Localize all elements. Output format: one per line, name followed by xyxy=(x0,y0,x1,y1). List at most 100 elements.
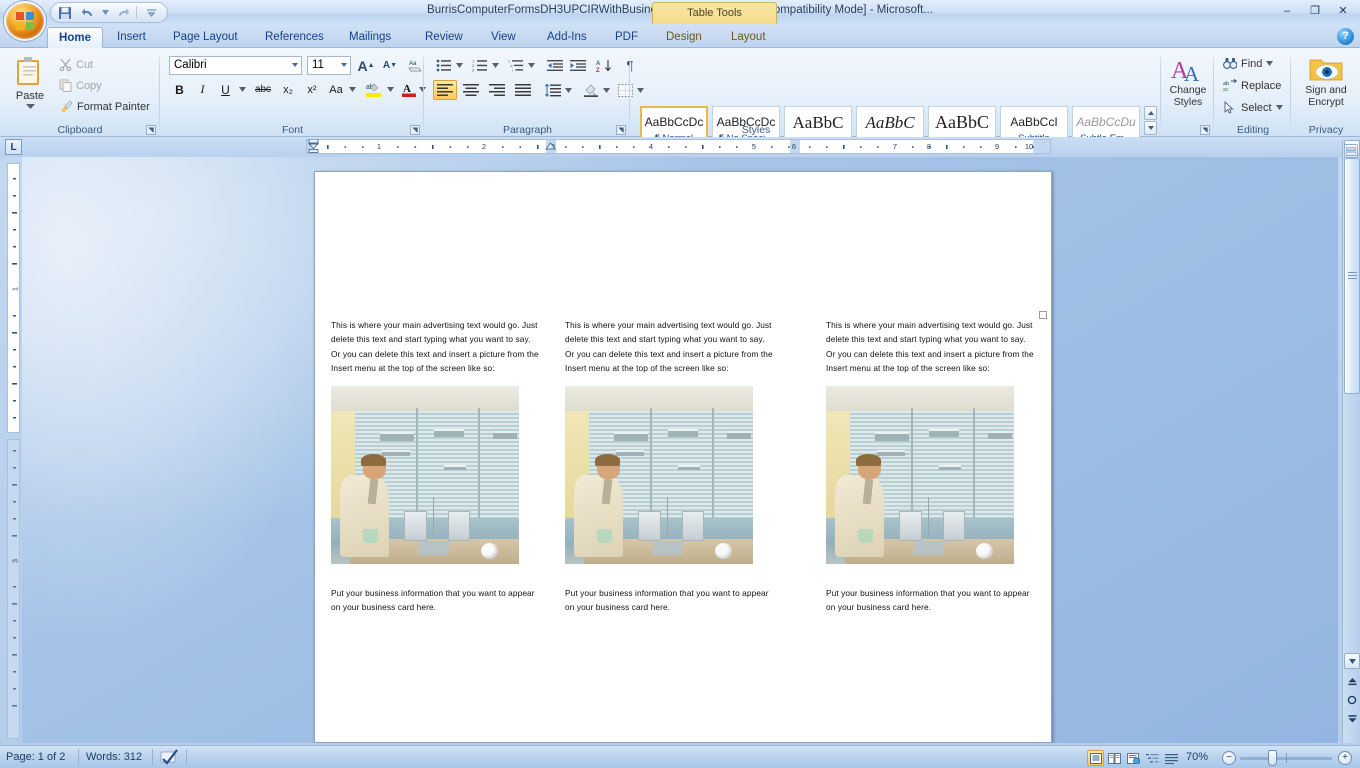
underline-button[interactable]: U xyxy=(215,80,236,99)
increase-indent-button[interactable] xyxy=(567,56,589,75)
find-button[interactable]: Find xyxy=(1220,56,1276,71)
tab-view[interactable]: View xyxy=(482,26,525,48)
cut-button[interactable]: Cut xyxy=(56,57,96,72)
tab-stop-selector[interactable]: L xyxy=(5,139,22,155)
view-print-layout-button[interactable] xyxy=(1087,750,1104,766)
document-page[interactable]: This is where your main advertising text… xyxy=(314,171,1052,743)
italic-button[interactable]: I xyxy=(192,80,213,99)
tab-page-layout[interactable]: Page Layout xyxy=(164,26,247,48)
tab-insert[interactable]: Insert xyxy=(108,26,155,48)
close-button[interactable]: ✕ xyxy=(1330,2,1356,19)
table-resize-handle[interactable] xyxy=(1039,311,1047,319)
zoom-out-button[interactable]: − xyxy=(1222,751,1236,765)
font-dialog-launcher-icon[interactable]: ◥ xyxy=(410,125,420,135)
tab-layout[interactable]: Layout xyxy=(722,26,775,48)
indent-markers-left-icon[interactable] xyxy=(307,139,323,154)
shading-button[interactable] xyxy=(580,80,602,100)
align-center-button[interactable] xyxy=(459,80,483,100)
quick-access-toolbar[interactable] xyxy=(50,2,168,23)
line-spacing-button[interactable] xyxy=(542,80,564,100)
underline-caret-icon[interactable] xyxy=(236,80,248,99)
next-page-button[interactable] xyxy=(1344,710,1360,726)
font-color-button[interactable]: A xyxy=(399,80,419,99)
zoom-slider-thumb[interactable] xyxy=(1268,750,1277,766)
undo-icon[interactable] xyxy=(78,4,98,22)
undo-dropdown-caret-icon[interactable] xyxy=(101,4,109,22)
office-photo-1[interactable] xyxy=(331,386,519,564)
office-photo-3[interactable] xyxy=(826,386,1014,564)
proofing-status-icon[interactable] xyxy=(160,748,180,768)
tab-design[interactable]: Design xyxy=(657,26,711,48)
subscript-button[interactable]: x₂ xyxy=(277,80,299,99)
zoom-in-button[interactable]: + xyxy=(1338,751,1352,765)
font-family-input[interactable]: Calibri xyxy=(169,56,302,75)
replace-button[interactable]: abac Replace xyxy=(1220,78,1284,93)
align-left-button[interactable] xyxy=(433,80,457,100)
view-draft-button[interactable] xyxy=(1163,750,1180,766)
customize-qat-icon[interactable] xyxy=(141,4,161,22)
multilevel-list-button[interactable]: 1ai xyxy=(505,56,527,75)
tab-references[interactable]: References xyxy=(256,26,333,48)
vertical-scrollbar[interactable] xyxy=(1342,140,1360,743)
table-cell-2[interactable]: This is where your main advertising text… xyxy=(565,318,775,615)
justify-button[interactable] xyxy=(511,80,535,100)
tab-pdf[interactable]: PDF xyxy=(606,26,647,48)
bullets-button[interactable] xyxy=(433,56,455,75)
clipboard-dialog-launcher-icon[interactable]: ◥ xyxy=(146,125,156,135)
table-cell-3[interactable]: This is where your main advertising text… xyxy=(826,318,1036,615)
shrink-font-button[interactable]: A ▼ xyxy=(379,56,401,75)
save-icon[interactable] xyxy=(55,4,75,22)
zoom-level[interactable]: 70% xyxy=(1186,750,1208,765)
decrease-indent-button[interactable] xyxy=(544,56,566,75)
styles-scroll-down-button[interactable] xyxy=(1144,121,1157,135)
sign-and-encrypt-button[interactable]: Sign and Encrypt xyxy=(1296,54,1356,108)
vertical-ruler-lower[interactable]: 3 xyxy=(7,439,20,739)
font-size-input[interactable]: 11 xyxy=(307,56,351,75)
change-styles-button[interactable]: A A Change Styles xyxy=(1164,56,1212,108)
grow-font-button[interactable]: A ▲ xyxy=(355,56,377,75)
format-painter-button[interactable]: Format Painter xyxy=(56,99,153,114)
split-window-button[interactable] xyxy=(1344,144,1358,158)
right-indent-marker-icon[interactable] xyxy=(545,140,557,154)
select-browse-object-button[interactable] xyxy=(1344,692,1360,708)
select-button[interactable]: Select xyxy=(1220,100,1286,115)
highlight-caret-icon[interactable] xyxy=(385,80,396,99)
styles-scroll-up-button[interactable] xyxy=(1144,106,1157,120)
numbering-button[interactable]: 123 xyxy=(469,56,491,75)
multilevel-caret-icon[interactable] xyxy=(526,56,537,75)
restore-button[interactable]: ❐ xyxy=(1302,2,1328,19)
minimize-button[interactable]: – xyxy=(1274,2,1300,19)
horizontal-ruler[interactable]: 1234 5678 910 xyxy=(306,139,1051,154)
paste-button[interactable]: Paste xyxy=(8,56,52,109)
align-right-button[interactable] xyxy=(485,80,509,100)
shading-caret-icon[interactable] xyxy=(601,80,612,100)
superscript-button[interactable]: x² xyxy=(301,80,323,99)
document-canvas[interactable]: This is where your main advertising text… xyxy=(22,157,1338,743)
sort-button[interactable]: AZ xyxy=(593,56,615,75)
tab-mailings[interactable]: Mailings xyxy=(340,26,400,48)
scrollbar-thumb[interactable] xyxy=(1344,158,1360,394)
vertical-ruler[interactable]: 1 xyxy=(7,163,20,433)
redo-icon[interactable] xyxy=(112,4,132,22)
office-photo-2[interactable] xyxy=(565,386,753,564)
view-outline-button[interactable] xyxy=(1144,750,1161,766)
bold-button[interactable]: B xyxy=(169,80,190,99)
line-spacing-caret-icon[interactable] xyxy=(563,80,574,100)
tab-review[interactable]: Review xyxy=(416,26,472,48)
tab-home[interactable]: Home xyxy=(47,27,103,49)
help-icon[interactable]: ? xyxy=(1337,28,1354,45)
word-count[interactable]: Words: 312 xyxy=(86,750,142,765)
view-web-layout-button[interactable] xyxy=(1125,750,1142,766)
office-button[interactable] xyxy=(4,1,46,41)
change-case-caret-icon[interactable] xyxy=(347,80,358,99)
change-case-button[interactable]: Aa xyxy=(325,80,347,99)
page-indicator[interactable]: Page: 1 of 2 xyxy=(6,750,65,765)
tab-add-ins[interactable]: Add-Ins xyxy=(538,26,596,48)
strikethrough-button[interactable]: abc xyxy=(251,80,275,99)
numbering-caret-icon[interactable] xyxy=(490,56,501,75)
copy-button[interactable]: Copy xyxy=(56,78,105,93)
bullets-caret-icon[interactable] xyxy=(454,56,465,75)
scroll-down-button[interactable] xyxy=(1344,653,1360,669)
styles-dialog-launcher-icon[interactable]: ◥ xyxy=(1200,125,1210,135)
table-cell-1[interactable]: This is where your main advertising text… xyxy=(331,318,541,615)
